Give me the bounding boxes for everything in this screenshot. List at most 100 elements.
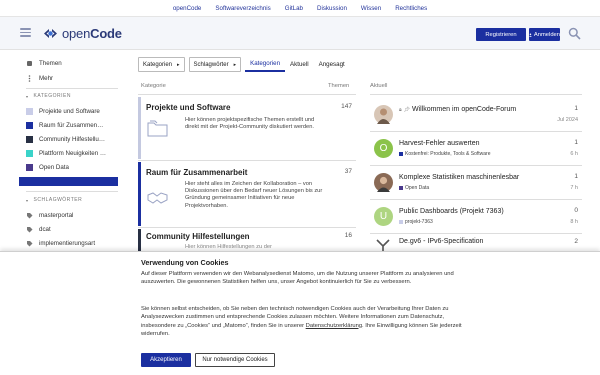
latest-topic-category[interactable]: Kostenfrei: Produkte, Tools & Software	[399, 151, 491, 157]
pin-icon: 📌︎	[403, 107, 410, 113]
caret-right-icon: ▸	[233, 61, 237, 68]
tab-kategorien[interactable]: Kategorien	[245, 57, 286, 72]
row-divider	[370, 131, 582, 132]
category-color-square	[399, 186, 403, 190]
latest-activity-time: 8 h	[570, 219, 578, 225]
latest-topic-category[interactable]: Open Data	[399, 185, 429, 191]
necessary-cookies-button[interactable]: Nur notwendige Cookies	[195, 353, 275, 367]
sidebar-item-category[interactable]: Raum für Zusammen…	[26, 120, 103, 130]
caret-right-icon: ▸	[177, 61, 180, 68]
topnav-rechtliches[interactable]: Rechtliches	[388, 5, 434, 12]
sidebar-item-category[interactable]: Community Hilfestellu…	[26, 134, 105, 144]
avatar	[374, 105, 393, 124]
accept-cookies-button[interactable]: Akzeptieren	[141, 353, 191, 367]
user-photo-icon	[377, 108, 390, 124]
sidebar-item-tag[interactable]: dcat	[26, 224, 51, 234]
latest-reply-count: 0	[574, 207, 578, 214]
category-description: Hier können projektspezifische Themen er…	[185, 117, 315, 131]
row-divider	[138, 227, 356, 228]
avatar	[374, 173, 393, 192]
user-photo-icon	[377, 176, 390, 192]
category-color-square	[26, 121, 33, 129]
cookie-banner-title: Verwendung von Cookies	[141, 258, 229, 267]
user-icon	[529, 32, 532, 37]
sidebar-item-themen[interactable]: Themen	[26, 58, 62, 68]
latest-topic-title[interactable]: Harvest-Fehler auswerten	[399, 140, 480, 147]
register-button[interactable]: Registrieren	[476, 28, 526, 41]
chevron-down-icon: ▾	[26, 197, 29, 203]
category-row[interactable]: Raum für Zusammenarbeit 37 Hier steht al…	[138, 162, 356, 226]
tags-dropdown[interactable]: Schlagwörter ▸	[188, 57, 242, 72]
sidebar: Themen Mehr ▾ KATEGORIEN Projekte und So…	[0, 50, 125, 255]
latest-topic-item[interactable]: Komplexe Statistiken maschinenlesbar Ope…	[370, 168, 582, 198]
list-controls: Kategorien ▸ Schlagwörter ▸ Kategorien Akt…	[138, 57, 350, 72]
categories-dropdown[interactable]: Kategorien ▸	[138, 57, 185, 72]
avatar: O	[374, 139, 393, 158]
category-title[interactable]: Community Hilfestellungen	[146, 232, 250, 241]
sidebar-item-tag[interactable]: masterportal	[26, 210, 73, 220]
privacy-policy-link[interactable]: Datenschutzerklärung	[306, 323, 362, 329]
sidebar-label: Themen	[39, 59, 62, 67]
topnav-opencode[interactable]: openCode	[166, 5, 209, 12]
category-topic-count: 16	[344, 232, 352, 239]
sidebar-item-all-categories[interactable]	[19, 177, 118, 186]
category-topic-count: 37	[344, 168, 352, 175]
sidebar-tags-heading[interactable]: ▾ SCHLAGWÖRTER	[26, 197, 82, 203]
category-topic-count: 147	[341, 103, 352, 110]
category-color-square	[399, 220, 403, 224]
topnav-softwareverzeichnis[interactable]: Softwareverzeichnis	[208, 5, 277, 12]
category-description: Hier steht alles im Zeichen der Kollabor…	[185, 181, 323, 209]
latest-topic-item[interactable]: O Harvest-Fehler auswerten Kostenfrei: P…	[370, 134, 582, 164]
latest-heading: Aktuell	[370, 83, 388, 89]
sidebar-item-category[interactable]: Plattform Neuigkeiten …	[26, 148, 106, 158]
tab-aktuell[interactable]: Aktuell	[285, 57, 314, 72]
sidebar-categories-heading[interactable]: ▾ KATEGORIEN	[26, 93, 71, 99]
sidebar-item-mehr[interactable]: Mehr	[26, 73, 53, 83]
category-color-square	[26, 163, 33, 171]
register-label: Registrieren	[485, 31, 517, 38]
search-icon[interactable]	[568, 27, 581, 40]
hamburger-menu-icon[interactable]	[20, 28, 31, 37]
category-color-square	[26, 149, 33, 157]
layers-icon	[27, 60, 32, 66]
latest-topic-category[interactable]: projekt-7363	[399, 219, 433, 225]
folder-icon	[147, 120, 168, 137]
category-row[interactable]: Community Hilfestellungen 16 Hier können…	[138, 229, 356, 251]
sidebar-divider	[26, 191, 118, 192]
cookie-consent-banner: Verwendung von Cookies Auf dieser Plattf…	[0, 251, 600, 375]
topnav-gitlab[interactable]: GitLab	[278, 5, 310, 12]
topnav-diskussion[interactable]: Diskussion	[310, 5, 354, 12]
latest-activity-time: 6 h	[570, 151, 578, 157]
tab-angesagt[interactable]: Angesagt	[314, 57, 350, 72]
category-color-square	[399, 152, 403, 156]
latest-topic-title[interactable]: 🔒︎ 📌︎ Willkommen im openCode-Forum	[399, 106, 516, 113]
sidebar-divider	[26, 88, 118, 89]
cookie-banner-text: Auf dieser Plattform verwenden wir den W…	[141, 271, 454, 286]
latest-topic-item[interactable]: U Public Dashboards (Projekt 7363) proje…	[370, 202, 582, 232]
latest-topic-title[interactable]: De.gv6 - IPv6-Specification	[399, 238, 483, 245]
tag-icon	[27, 226, 33, 232]
login-button[interactable]: Anmelden	[529, 28, 560, 41]
latest-reply-count: 1	[574, 173, 578, 180]
sidebar-item-category[interactable]: Open Data	[26, 162, 69, 172]
latest-topic-item[interactable]: 🔒︎ 📌︎ Willkommen im openCode-Forum 1 Jul…	[370, 100, 582, 130]
row-divider	[370, 199, 582, 200]
site-logo[interactable]: openCode	[42, 26, 122, 41]
sidebar-item-category[interactable]: Projekte und Software	[26, 106, 100, 116]
latest-topic-title[interactable]: Komplexe Statistiken maschinenlesbar	[399, 174, 519, 181]
chevron-down-icon: ▾	[26, 93, 29, 99]
category-title[interactable]: Projekte und Software	[146, 103, 230, 112]
category-title[interactable]: Raum für Zusammenarbeit	[146, 168, 247, 177]
latest-topic-title[interactable]: Public Dashboards (Projekt 7363)	[399, 208, 504, 215]
category-color-square	[26, 135, 33, 143]
column-header-category: Kategorie	[141, 83, 166, 89]
latest-activity-time: Jul 2024	[557, 117, 578, 123]
top-navigation: openCode Softwareverzeichnis GitLab Disk…	[0, 0, 600, 17]
sidebar-item-tag[interactable]: implementierungsart	[26, 238, 95, 248]
topnav-wissen[interactable]: Wissen	[354, 5, 388, 12]
category-row[interactable]: Projekte und Software 147 Hier können pr…	[138, 97, 356, 159]
site-header: openCode Registrieren Anmelden	[0, 17, 600, 50]
handshake-icon	[147, 192, 168, 204]
cookie-banner-text: Sie können selbst entscheiden, ob Sie ne…	[141, 306, 462, 337]
logo-text: openCode	[62, 26, 122, 41]
